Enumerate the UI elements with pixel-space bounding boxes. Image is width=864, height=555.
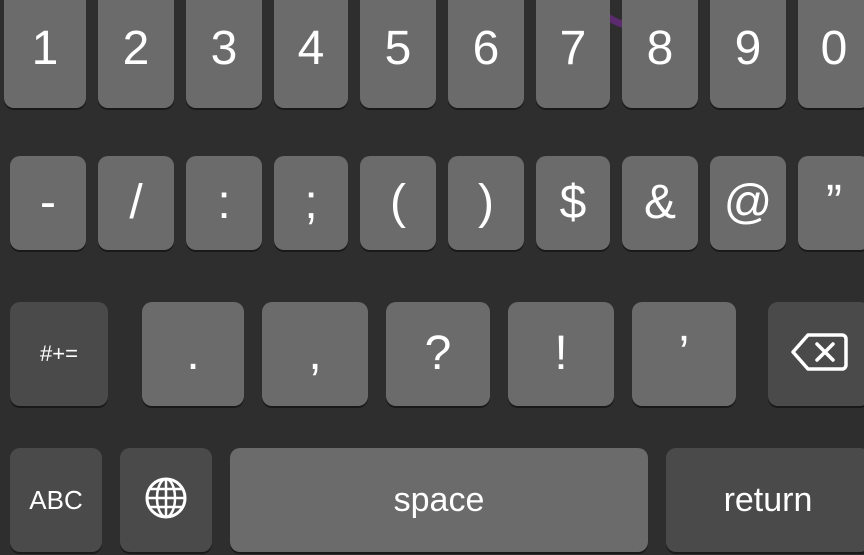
key-label: . <box>186 327 200 380</box>
key-comma[interactable]: , <box>262 302 368 406</box>
key-label: : <box>217 176 231 229</box>
key-slash[interactable]: / <box>98 156 174 250</box>
key-label: ; <box>304 176 318 229</box>
key-6[interactable]: 6 <box>448 0 524 108</box>
key-apostrophe[interactable]: ’ <box>632 302 736 406</box>
key-label: ) <box>478 176 494 229</box>
key-label: $ <box>559 176 587 229</box>
key-label: ” <box>826 176 842 229</box>
key-dollar[interactable]: $ <box>536 156 610 250</box>
key-4[interactable]: 4 <box>274 0 348 108</box>
key-label: 1 <box>31 22 59 75</box>
key-colon[interactable]: : <box>186 156 262 250</box>
return-label: return <box>723 480 813 519</box>
key-question[interactable]: ? <box>386 302 490 406</box>
key-exclamation[interactable]: ! <box>508 302 614 406</box>
key-1[interactable]: 1 <box>4 0 86 108</box>
key-8[interactable]: 8 <box>622 0 698 108</box>
abc-label: ABC <box>29 484 83 515</box>
key-0[interactable]: 0 <box>798 0 864 108</box>
key-3[interactable]: 3 <box>186 0 262 108</box>
key-ampersand[interactable]: & <box>622 156 698 250</box>
key-7[interactable]: 7 <box>536 0 610 108</box>
key-9[interactable]: 9 <box>710 0 786 108</box>
return-key[interactable]: return <box>666 448 864 552</box>
key-label: 3 <box>210 22 238 75</box>
globe-key[interactable] <box>120 448 212 552</box>
key-label: 2 <box>122 22 150 75</box>
key-label: / <box>129 176 143 229</box>
key-label: 6 <box>472 22 500 75</box>
key-close-paren[interactable]: ) <box>448 156 524 250</box>
keyboard: 1 2 3 4 5 6 7 8 9 0 - / : ; ( ) $ & @ ” … <box>0 0 864 555</box>
key-label: , <box>308 327 322 380</box>
key-label: ? <box>424 327 452 380</box>
abc-key[interactable]: ABC <box>10 448 102 552</box>
delete-key[interactable] <box>768 302 864 406</box>
key-label: & <box>643 176 676 229</box>
key-label: ’ <box>678 327 690 380</box>
key-quote[interactable]: ” <box>798 156 864 250</box>
key-label: ! <box>554 327 568 380</box>
key-open-paren[interactable]: ( <box>360 156 436 250</box>
key-label: 9 <box>734 22 762 75</box>
key-period[interactable]: . <box>142 302 244 406</box>
key-label: 8 <box>646 22 674 75</box>
key-label: 4 <box>297 22 325 75</box>
key-5[interactable]: 5 <box>360 0 436 108</box>
key-label: 7 <box>559 22 587 75</box>
key-semicolon[interactable]: ; <box>274 156 348 250</box>
delete-icon <box>790 331 848 378</box>
more-symbols-key[interactable]: #+= <box>10 302 108 406</box>
key-label: 0 <box>820 22 848 75</box>
key-2[interactable]: 2 <box>98 0 174 108</box>
key-label: 5 <box>384 22 412 75</box>
globe-icon <box>144 476 188 525</box>
key-at[interactable]: @ <box>710 156 786 250</box>
space-label: space <box>393 480 485 519</box>
key-hyphen[interactable]: - <box>10 156 86 250</box>
key-label: ( <box>390 176 406 229</box>
key-label: @ <box>723 176 773 229</box>
key-label: - <box>40 176 56 229</box>
space-key[interactable]: space <box>230 448 648 552</box>
more-symbols-label: #+= <box>40 341 78 366</box>
